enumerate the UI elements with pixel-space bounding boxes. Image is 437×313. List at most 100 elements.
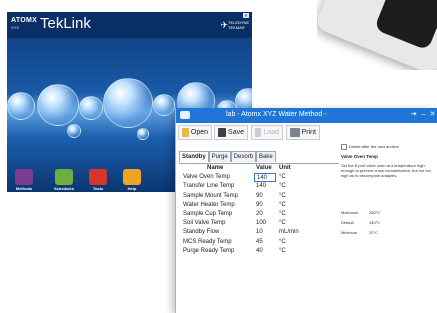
header-name: Name [207, 165, 224, 171]
limit-value: 250°C [369, 210, 381, 215]
limit-value: 20°C [369, 230, 378, 235]
table-row[interactable]: Sample Cup Temp 20 °C [179, 210, 339, 219]
schedules-label: Schedules [53, 186, 74, 191]
upload-icon [255, 128, 262, 137]
param-name: Sample Mount Temp [183, 192, 238, 199]
limit-max: Maximum 250°C [341, 210, 380, 215]
save-label: Save [228, 129, 244, 136]
bubble-graphic [7, 92, 35, 120]
methods-label: Methods [15, 186, 33, 191]
schedules-tile[interactable] [55, 169, 73, 185]
tab-desorb[interactable]: Desorb [230, 151, 257, 162]
bubble-graphic [153, 94, 175, 116]
parameter-table: Name Value Unit Valve Oven Temp 140 °C T… [179, 163, 339, 256]
minimize-icon[interactable]: – [419, 111, 428, 119]
help-label: Help [127, 186, 137, 191]
table-row[interactable]: Valve Oven Temp 140 °C [179, 173, 339, 183]
pin-icon[interactable]: ⇥ [409, 111, 418, 119]
tab-purge[interactable]: Purge [208, 151, 231, 162]
limit-label: Minimum [341, 230, 358, 235]
limit-label: Maximum [341, 210, 359, 215]
param-name: Purge Ready Temp [183, 247, 235, 254]
param-value[interactable]: 90 [254, 201, 276, 210]
param-unit: mL/min [279, 229, 299, 236]
bubble-graphic [67, 124, 81, 138]
brand-logo: ATOMX [11, 17, 38, 24]
table-row[interactable]: Purge Ready Temp 40 °C [179, 247, 339, 256]
param-unit: °C [279, 220, 286, 227]
param-unit: °C [279, 183, 286, 190]
param-unit: °C [279, 238, 286, 245]
header-value: Value [256, 165, 272, 171]
print-label: Print [301, 129, 316, 136]
printer-icon [290, 128, 300, 137]
methods-tile[interactable] [15, 169, 33, 185]
info-heading: Valve Oven Temp [341, 154, 378, 159]
help-tile[interactable] [123, 169, 141, 185]
limit-value: 140°C [369, 220, 381, 225]
param-value[interactable]: 140 [254, 182, 276, 191]
limit-min: Minimum 20°C [341, 230, 378, 235]
brand-sub: XYZ [11, 25, 19, 30]
open-button[interactable]: Open [178, 125, 212, 140]
tab-standby[interactable]: Standby [179, 151, 209, 162]
param-value[interactable]: 90 [254, 192, 276, 201]
print-button[interactable]: Print [286, 125, 320, 140]
param-name: Sample Cup Temp [183, 210, 233, 217]
method-window: lab - Atomx XYZ Water Method - ⇥ – ✕ Ope… [175, 108, 437, 313]
param-value[interactable]: 10 [254, 228, 276, 237]
vendor-logo-text: TELEDYNE TEKMAR [228, 20, 250, 30]
limit-default: Default 140°C [341, 220, 380, 225]
param-unit: °C [279, 247, 286, 254]
teledyne-logo-icon: ✈ [220, 20, 228, 30]
param-unit: °C [279, 174, 286, 181]
table-row[interactable]: MCS Ready Temp 45 °C [179, 238, 339, 247]
close-icon[interactable]: ✕ [428, 111, 437, 119]
param-value[interactable]: 20 [254, 210, 276, 219]
param-name: Valve Oven Temp [183, 174, 230, 181]
param-name: Transfer Line Temp [183, 183, 235, 190]
checkbox-icon[interactable] [341, 144, 347, 150]
parameter-info-panel: Delete after the next archive Valve Oven… [341, 144, 436, 235]
tab-bake[interactable]: Bake [256, 151, 276, 162]
param-name: MCS Ready Temp [183, 238, 232, 245]
save-icon [218, 128, 227, 137]
info-description: Set the 8-port valve oven at a temperatu… [341, 163, 432, 178]
param-name: Water Heater Temp [183, 201, 235, 208]
app-title: TekLink [40, 15, 91, 32]
param-value[interactable]: 45 [254, 238, 276, 247]
bubble-graphic [103, 78, 153, 128]
table-row[interactable]: Soil Valve Temp 100 °C [179, 219, 339, 228]
archive-checkbox[interactable]: Delete after the next archive [341, 144, 436, 150]
table-header: Name Value Unit [179, 164, 339, 173]
param-value[interactable]: 40 [254, 247, 276, 256]
param-unit: °C [279, 192, 286, 199]
save-button[interactable]: Save [214, 125, 248, 140]
table-row[interactable]: Water Heater Temp 90 °C [179, 201, 339, 210]
table-row[interactable]: Sample Mount Temp 90 °C [179, 192, 339, 201]
tools-label: Tools [92, 186, 104, 191]
load-label: Load [263, 129, 279, 136]
header-unit: Unit [279, 165, 291, 171]
bubble-graphic [137, 128, 149, 140]
table-row[interactable]: Transfer Line Temp 140 °C [179, 182, 339, 191]
param-unit: °C [279, 210, 286, 217]
param-value[interactable]: 100 [254, 219, 276, 228]
param-unit: °C [279, 201, 286, 208]
checkbox-label: Delete after the next archive [349, 144, 400, 150]
bubble-graphic [79, 96, 103, 120]
table-row[interactable]: Standby Flow 10 mL/min [179, 228, 339, 237]
tools-tile[interactable] [89, 169, 107, 185]
device-photo [317, 0, 437, 70]
window-titlebar: lab - Atomx XYZ Water Method - ⇥ – ✕ [176, 108, 437, 123]
limit-label: Default [341, 220, 354, 225]
load-button[interactable]: Load [251, 125, 283, 140]
app-icon [180, 111, 190, 119]
window-title: lab - Atomx XYZ Water Method - [226, 111, 327, 118]
param-name: Standby Flow [183, 229, 220, 236]
open-label: Open [190, 129, 208, 136]
folder-icon [182, 128, 189, 137]
close-icon[interactable]: ✕ [243, 13, 249, 18]
param-value-input[interactable]: 140 [254, 173, 276, 183]
method-tabs: Standby Purge Desorb Bake [179, 151, 276, 162]
